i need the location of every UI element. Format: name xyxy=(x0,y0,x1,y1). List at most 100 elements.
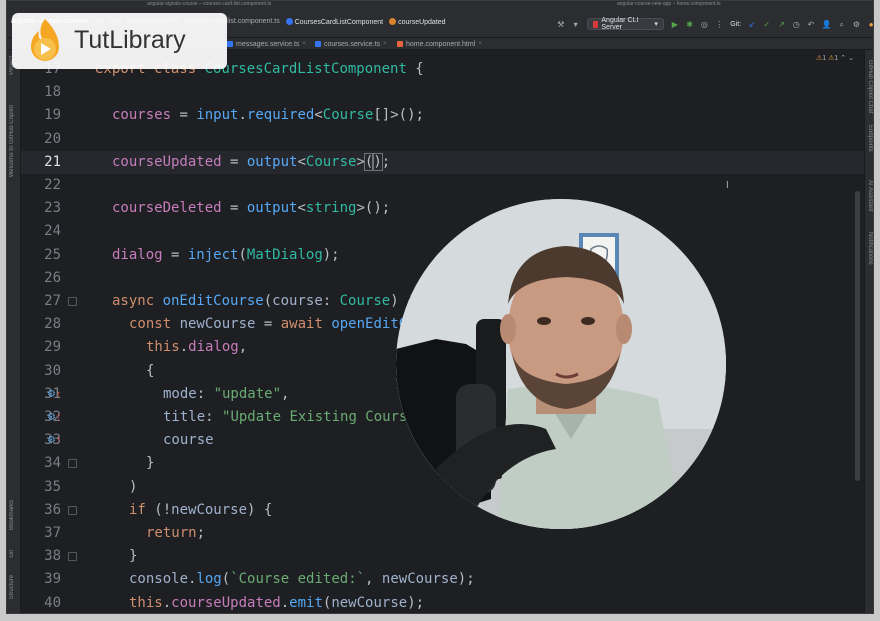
code-text: async onEditCourse(course: Course) { xyxy=(112,290,415,313)
close-icon[interactable]: × xyxy=(302,41,306,47)
line-number[interactable]: 24 xyxy=(21,220,61,243)
chevron-down-icon[interactable]: ▾ xyxy=(572,20,580,29)
line-number[interactable]: 29 xyxy=(21,336,61,359)
code-token: = xyxy=(162,246,188,263)
code-line[interactable]: 23 courseDeleted = output<string>(); xyxy=(21,197,864,220)
code-line[interactable]: 22 xyxy=(21,174,864,197)
line-number[interactable]: 37 xyxy=(21,522,61,545)
override-marker-icon[interactable]: ⚙↑ xyxy=(47,435,61,446)
tab-courses-service[interactable]: courses.service.ts × xyxy=(315,38,387,50)
line-number[interactable]: 27 xyxy=(21,290,61,313)
code-token: this xyxy=(129,594,163,611)
breadcrumb-member[interactable]: courseUpdated xyxy=(389,18,446,26)
class-icon xyxy=(285,18,293,25)
fold-toggle-icon[interactable] xyxy=(68,552,77,562)
code-token: , xyxy=(281,385,290,402)
history-icon[interactable]: ◷ xyxy=(792,20,800,29)
breadcrumb-class[interactable]: CoursesCardListComponent xyxy=(285,18,383,26)
tab-home-component-html[interactable]: home.component.html × xyxy=(397,38,482,50)
code-token: string xyxy=(305,200,357,217)
more-icon[interactable]: ⋮ xyxy=(715,20,723,29)
coverage-icon[interactable]: ◎ xyxy=(700,20,708,29)
line-number[interactable]: 25 xyxy=(21,244,61,267)
code-line[interactable]: 36 if (!newCourse) { xyxy=(21,499,864,522)
line-number[interactable]: 22 xyxy=(21,174,61,197)
line-number[interactable]: 38 xyxy=(21,545,61,568)
code-line[interactable]: 20 xyxy=(21,128,864,151)
code-text: this.dialog, xyxy=(146,336,247,359)
code-token: = xyxy=(221,200,247,217)
tool-endpoints[interactable]: Endpoints xyxy=(867,125,873,152)
search-icon[interactable]: ⌕ xyxy=(838,20,846,29)
tool-structure[interactable]: Structure xyxy=(9,575,15,599)
override-marker-icon[interactable]: ⚙↑ xyxy=(47,412,61,423)
ai-icon[interactable]: ● xyxy=(867,20,873,29)
code-text: console.log(`Course edited:`, newCourse)… xyxy=(129,568,475,591)
editor-scrollbar[interactable] xyxy=(855,191,860,481)
close-icon[interactable]: × xyxy=(383,41,387,47)
line-number[interactable]: 21 xyxy=(21,151,61,174)
code-line[interactable]: 18 xyxy=(21,81,864,104)
code-token: this xyxy=(146,339,180,356)
git-commit-icon[interactable]: ✓ xyxy=(763,20,771,29)
code-line[interactable]: 21 courseUpdated = output<Course>(); xyxy=(21,150,864,174)
tool-notifications[interactable]: Notifications xyxy=(867,232,873,265)
close-icon[interactable]: × xyxy=(478,41,482,47)
fold-toggle-icon[interactable] xyxy=(68,297,77,306)
code-line[interactable]: 40 this.courseUpdated.emit(newCourse); xyxy=(21,592,864,613)
code-line[interactable]: 19 courses = input.required<Course[]>(); xyxy=(21,104,864,127)
code-token: dialog xyxy=(188,339,239,356)
tool-copilot-chat[interactable]: GitHub Copilot Chat xyxy=(867,60,873,113)
git-update-icon[interactable]: ↙ xyxy=(748,20,756,29)
code-line[interactable]: 24 xyxy=(21,220,864,243)
line-number[interactable]: 35 xyxy=(21,476,61,499)
code-line[interactable]: 37 return; xyxy=(21,522,864,545)
line-number[interactable]: 26 xyxy=(21,267,61,290)
code-token: return xyxy=(146,525,197,541)
debug-icon[interactable]: ✱ xyxy=(686,20,694,29)
tab-messages-service[interactable]: messages.service.ts × xyxy=(227,38,306,50)
git-push-icon[interactable]: ↗ xyxy=(778,20,786,29)
line-number[interactable]: 34 xyxy=(21,452,61,475)
gear-icon[interactable]: ⚙ xyxy=(853,20,861,29)
line-number[interactable]: 40 xyxy=(21,592,61,613)
fold-toggle-icon[interactable] xyxy=(68,459,77,469)
run-configuration-select[interactable]: Angular CLI Server ▾ xyxy=(586,17,664,31)
line-number[interactable]: 36 xyxy=(21,499,61,522)
toolbar-actions: ⚒ ▾ Angular CLI Server ▾ ▶ ✱ ◎ ⋮ Git: ↙ … xyxy=(557,17,873,31)
code-token: "update" xyxy=(213,385,282,402)
line-number[interactable]: 20 xyxy=(21,128,61,151)
code-token: await xyxy=(280,316,332,333)
override-marker-icon[interactable]: ⚙↑ xyxy=(47,389,61,400)
code-token: dialog xyxy=(112,246,163,263)
tool-ai-assistant[interactable]: AI Assistant xyxy=(867,180,873,211)
tool-bookmarks[interactable]: Bookmarks xyxy=(9,500,15,530)
line-number[interactable]: 39 xyxy=(21,568,61,591)
code-token: input xyxy=(196,107,239,124)
webcam-overlay xyxy=(396,199,726,529)
code-token: Course xyxy=(305,153,357,170)
hammer-icon[interactable]: ⚒ xyxy=(557,20,565,29)
tool-git[interactable]: Git xyxy=(9,550,15,558)
code-token: newCourse xyxy=(171,501,248,518)
field-icon xyxy=(389,18,397,25)
code-token: output xyxy=(246,200,298,217)
code-token: courseUpdated xyxy=(171,594,281,611)
code-token: inject xyxy=(187,246,239,263)
code-token: { xyxy=(406,61,424,77)
code-line[interactable]: 39 console.log(`Course edited:`, newCours… xyxy=(21,568,864,591)
line-number[interactable]: 30 xyxy=(21,360,61,383)
rollback-icon[interactable]: ↶ xyxy=(807,20,815,29)
code-line[interactable]: 38} xyxy=(21,545,864,568)
line-number[interactable]: 18 xyxy=(21,81,61,104)
fold-toggle-icon[interactable] xyxy=(68,505,77,515)
line-number[interactable]: 23 xyxy=(21,197,61,220)
run-icon[interactable]: ▶ xyxy=(671,20,679,29)
code-token: mode xyxy=(163,385,197,402)
user-icon[interactable]: 👤 xyxy=(822,20,832,29)
code-token: []>(); xyxy=(373,107,424,124)
code-text: courseUpdated = output<Course>(); xyxy=(112,151,390,174)
line-number[interactable]: 19 xyxy=(21,104,61,127)
line-number[interactable]: 28 xyxy=(21,313,61,336)
tool-copilot-welcome[interactable]: Welcome to GitHub Copilot xyxy=(9,105,15,177)
